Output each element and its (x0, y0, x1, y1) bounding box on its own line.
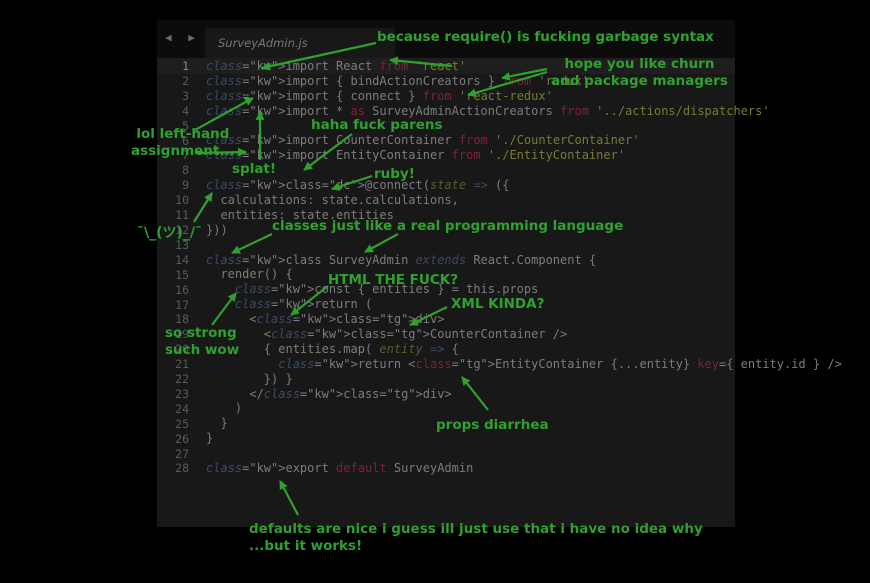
annotation-arrows (193, 41, 548, 516)
arrow-classes (231, 233, 273, 254)
arrow-xml (409, 306, 448, 326)
arrow-lol (194, 97, 254, 131)
arrow-props (461, 376, 489, 411)
arrow-lol-2 (196, 147, 247, 157)
arrow-strong (211, 292, 237, 326)
arrow-require (261, 41, 377, 71)
arrow-churn-react-redux (467, 70, 548, 98)
arrow-ruby (331, 174, 373, 191)
arrow-defaults (279, 480, 299, 516)
arrow-classes-2 (364, 233, 399, 253)
arrow-parens (303, 133, 353, 171)
arrow-shrug (193, 192, 213, 223)
arrow-require-2 (389, 56, 453, 68)
arrow-html (290, 285, 329, 316)
